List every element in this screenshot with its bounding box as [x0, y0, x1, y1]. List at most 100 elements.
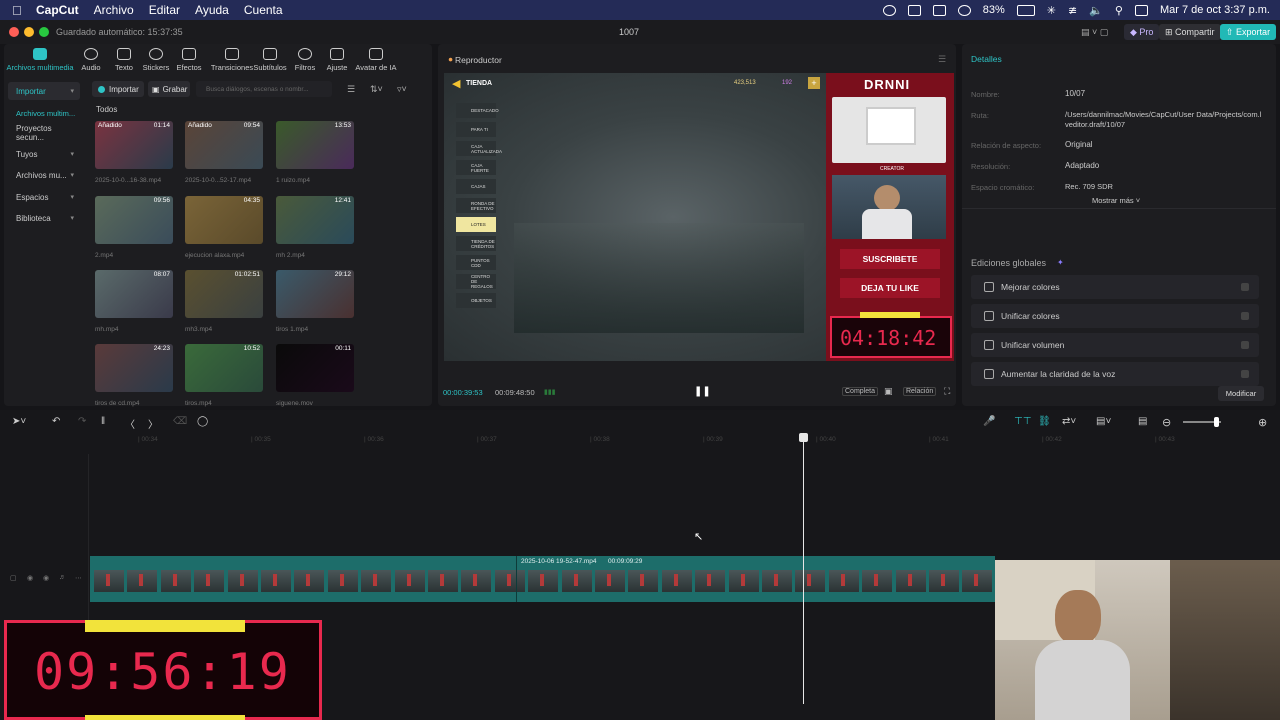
- voice-clarity-toggle[interactable]: [1241, 370, 1249, 378]
- minimize-window-button[interactable]: [24, 27, 34, 37]
- select-tool-icon[interactable]: ➤˅: [12, 416, 26, 427]
- media-thumbnail[interactable]: 24:23: [95, 344, 173, 392]
- media-thumbnail[interactable]: 01:02:51: [185, 270, 263, 318]
- pro-button[interactable]: ◆ Pro: [1124, 24, 1160, 40]
- apple-icon[interactable]: : [12, 3, 26, 18]
- record-button[interactable]: ▣ Grabar: [148, 81, 190, 97]
- split-left-icon[interactable]: 〈: [125, 416, 135, 431]
- menu-archivo[interactable]: Archivo: [94, 3, 134, 17]
- layout-icon[interactable]: ▤ ˅ ▢: [1075, 24, 1114, 40]
- playhead-handle[interactable]: [799, 433, 808, 442]
- sidebar-item-spaces[interactable]: Espacios ▾: [8, 188, 80, 206]
- media-thumbnail[interactable]: 29:12: [276, 270, 354, 318]
- track-height-icon[interactable]: ▤˅: [1096, 416, 1111, 427]
- split-icon[interactable]: ‖: [101, 416, 105, 427]
- sidebar-item-media-more[interactable]: Archivos mu... ▾: [8, 166, 80, 184]
- bluetooth-icon[interactable]: ✳: [1047, 4, 1056, 17]
- menu-app-capcut[interactable]: CapCut: [36, 3, 79, 17]
- tool-subtitles[interactable]: Subtítulos: [252, 48, 288, 72]
- eye-icon[interactable]: ◉: [43, 574, 49, 582]
- improve-colors-toggle[interactable]: [1241, 283, 1249, 291]
- link-icon[interactable]: ⛓: [1038, 416, 1051, 427]
- media-thumbnail[interactable]: 10:52: [185, 344, 263, 392]
- filter-icon[interactable]: ▿˅: [397, 84, 407, 95]
- menu-cuenta[interactable]: Cuenta: [244, 3, 283, 17]
- unify-colors-row[interactable]: Unificar colores: [971, 304, 1259, 328]
- tool-transitions[interactable]: Transiciones: [210, 48, 254, 72]
- tool-audio[interactable]: Audio: [73, 48, 109, 72]
- display-icon[interactable]: [932, 4, 946, 16]
- redo-icon[interactable]: ↷: [78, 416, 86, 427]
- split-right-icon[interactable]: 〉: [148, 416, 158, 431]
- sidebar-item-library[interactable]: Biblioteca ▾: [8, 209, 80, 227]
- screenrecord-icon[interactable]: [882, 4, 896, 16]
- import-button[interactable]: Importar: [92, 81, 144, 97]
- fullscreen-icon[interactable]: ⛶: [944, 386, 950, 397]
- media-thumbnail[interactable]: 12:41: [276, 196, 354, 244]
- video-preview[interactable]: ◀ TIENDA DESTACADO PARA TI CAJA ACTUALIZAD…: [444, 73, 954, 361]
- tool-media[interactable]: Archivos multimedia: [6, 48, 74, 72]
- close-window-button[interactable]: [9, 27, 19, 37]
- export-button[interactable]: ⇧ Exportar: [1220, 24, 1277, 40]
- sort-icon[interactable]: ⇅˅: [370, 84, 383, 95]
- marker-icon[interactable]: ◯: [197, 416, 208, 427]
- filter-all-label[interactable]: Todos: [96, 105, 117, 114]
- search-input[interactable]: Busca diálogos, escenas o nombr...: [196, 81, 332, 97]
- notion-icon[interactable]: [907, 4, 921, 16]
- zoom-window-button[interactable]: [39, 27, 49, 37]
- delete-icon[interactable]: ⌫: [173, 416, 187, 427]
- media-thumbnail[interactable]: Añadido 09:54: [185, 121, 263, 169]
- media-thumbnail[interactable]: 08:07: [95, 270, 173, 318]
- track-thumbnail-icon[interactable]: ▢: [10, 574, 17, 582]
- speaker-icon[interactable]: ♬: [59, 574, 66, 581]
- snapshot-icon[interactable]: ▣: [884, 386, 893, 397]
- voice-clarity-row[interactable]: Aumentar la claridad de la voz: [971, 362, 1259, 386]
- volume-icon[interactable]: 🔈: [1089, 4, 1103, 17]
- list-view-icon[interactable]: ☰: [347, 84, 355, 95]
- unify-volume-toggle[interactable]: [1241, 341, 1249, 349]
- tool-ai-avatar[interactable]: Avatar de IA: [354, 48, 398, 72]
- share-button[interactable]: ⊞ Compartir: [1159, 24, 1221, 40]
- media-thumbnail[interactable]: Añadido 01:14: [95, 121, 173, 169]
- playhead-line[interactable]: [803, 436, 804, 704]
- zoom-in-icon[interactable]: ⊕: [1258, 416, 1267, 429]
- show-more-button[interactable]: Mostrar más ˅: [1092, 196, 1140, 205]
- timeline-clip[interactable]: 2025-10-06 19-52-47.mp4 00:09:09:29: [90, 556, 995, 602]
- more-icon[interactable]: ⋯: [75, 574, 82, 582]
- tool-adjust[interactable]: Ajuste: [319, 48, 355, 72]
- zoom-out-icon[interactable]: ⊖: [1162, 416, 1171, 429]
- sidebar-item-media-files[interactable]: Archivos multim...: [8, 104, 80, 122]
- tool-text[interactable]: Texto: [106, 48, 142, 72]
- zoom-slider-handle[interactable]: [1214, 417, 1219, 427]
- unify-colors-toggle[interactable]: [1241, 312, 1249, 320]
- sidebar-item-secure-projects[interactable]: Proyectos secun...: [8, 124, 80, 142]
- control-center-icon[interactable]: [1134, 4, 1148, 16]
- clock[interactable]: Mar 7 de oct 3:37 p.m.: [1160, 4, 1270, 16]
- tool-effects[interactable]: Efectos: [171, 48, 207, 72]
- ratio-button[interactable]: Relación: [903, 387, 937, 396]
- unify-volume-row[interactable]: Unificar volumen: [971, 333, 1259, 357]
- captions-icon[interactable]: ▤: [1138, 416, 1147, 427]
- media-thumbnail[interactable]: 04:35: [185, 196, 263, 244]
- pause-button[interactable]: ❚❚: [694, 386, 711, 397]
- media-thumbnail[interactable]: 13:53: [276, 121, 354, 169]
- media-thumbnail[interactable]: 09:56: [95, 196, 173, 244]
- tool-stickers[interactable]: Stickers: [138, 48, 174, 72]
- complete-view-button[interactable]: Completa: [842, 387, 878, 396]
- battery-icon[interactable]: [1016, 4, 1035, 16]
- microphone-icon[interactable]: 🎤: [983, 416, 995, 427]
- menu-icon[interactable]: ☰: [938, 54, 946, 65]
- sidebar-item-import[interactable]: Importar ▾: [8, 82, 80, 100]
- airdrop-icon[interactable]: [957, 4, 971, 16]
- lock-icon[interactable]: ◉: [27, 574, 33, 582]
- undo-icon[interactable]: ↶: [52, 416, 60, 427]
- menu-ayuda[interactable]: Ayuda: [195, 3, 229, 17]
- snap-icon[interactable]: ⊤⊤: [1014, 416, 1031, 427]
- preview-axis-icon[interactable]: ⇄˅: [1062, 416, 1076, 427]
- menu-editar[interactable]: Editar: [149, 3, 180, 17]
- modify-button[interactable]: Modificar: [1218, 386, 1264, 401]
- sidebar-item-yours[interactable]: Tuyos ▾: [8, 145, 80, 163]
- wifi-icon[interactable]: ≇: [1068, 4, 1077, 17]
- search-icon[interactable]: ⚲: [1115, 4, 1123, 17]
- media-thumbnail[interactable]: 00:11: [276, 344, 354, 392]
